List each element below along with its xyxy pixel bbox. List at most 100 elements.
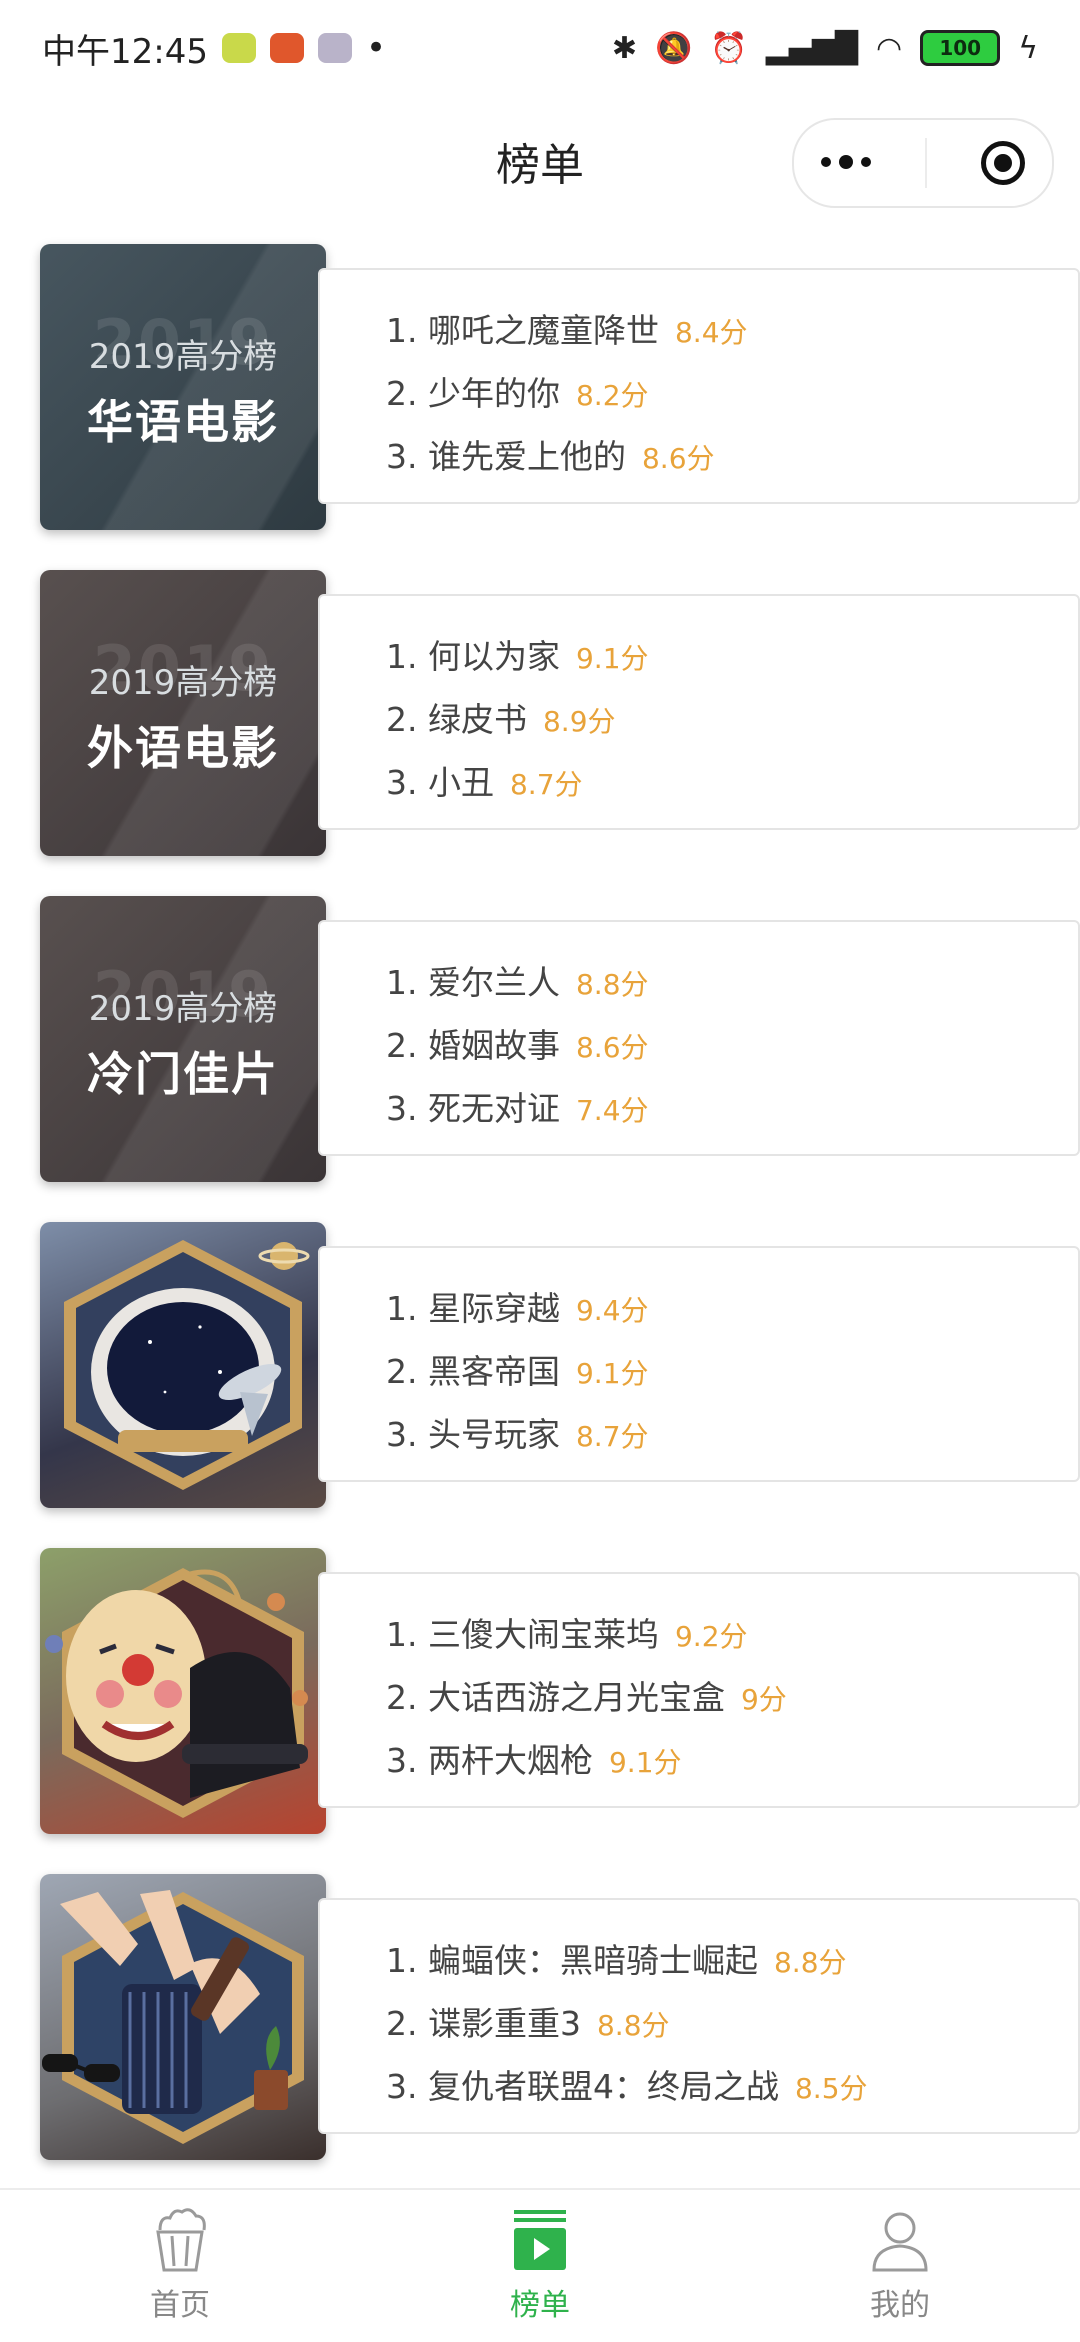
movie-title: 2. 大话西游之月光宝盒	[386, 1678, 725, 1717]
movie-item[interactable]: 3. 谁先爱上他的 8.6分	[386, 430, 1078, 493]
thumbnail-subtitle: 2019高分榜	[88, 336, 278, 377]
astronaut-helmet-illustration	[64, 1240, 310, 1490]
movie-score: 8.8分	[773, 1946, 847, 1979]
app-notification-icon	[317, 33, 352, 63]
clown-hat-illustration	[45, 1568, 308, 1818]
movie-score: 9.1分	[575, 642, 649, 675]
movie-title: 1. 哪吒之魔童降世	[386, 311, 659, 350]
movie-score: 8.8分	[575, 968, 649, 1001]
alarm-icon: ⏰	[710, 30, 748, 66]
ranking-card[interactable]: 1. 三傻大闹宝莱坞 9.2分 2. 大话西游之月光宝盒 9分 3. 两杆大烟枪 9.…	[40, 1548, 1080, 1836]
movie-score: 8.6分	[575, 1031, 649, 1064]
ranking-thumbnail[interactable]: 2019 2019高分榜 冷门佳片	[40, 896, 326, 1182]
status-left: 中午12:45 •	[42, 24, 386, 73]
movie-panel[interactable]: 1. 爱尔兰人 8.8分 2. 婚姻故事 8.6分 3. 死无对证 7.4分	[318, 920, 1080, 1156]
status-bar: 中午12:45 • ✱ 🔕 ⏰ ▂▄▆█ ◠ 100 ϟ	[0, 0, 1080, 96]
thumbnail-subtitle: 2019高分榜	[88, 988, 278, 1029]
movie-title: 3. 复仇者联盟4：终局之战	[386, 2067, 779, 2106]
status-right: ✱ 🔕 ⏰ ▂▄▆█ ◠ 100 ϟ	[612, 30, 1038, 66]
movie-item[interactable]: 3. 头号玩家 8.7分	[386, 1408, 1078, 1471]
movie-item[interactable]: 1. 三傻大闹宝莱坞 9.2分	[386, 1608, 1078, 1671]
ranking-card[interactable]: 2019 2019高分榜 外语电影 1. 何以为家 9.1分 2. 绿皮书 8.9分…	[40, 570, 1080, 858]
movie-title: 3. 死无对证	[386, 1089, 560, 1128]
ranking-card[interactable]: 1. 星际穿越 9.4分 2. 黑客帝国 9.1分 3. 头号玩家 8.7分	[40, 1222, 1080, 1510]
tab-label: 首页	[150, 2288, 210, 2323]
movie-item[interactable]: 1. 何以为家 9.1分	[386, 630, 1078, 693]
movie-item[interactable]: 2. 少年的你 8.2分	[386, 367, 1078, 430]
ranking-thumbnail[interactable]	[40, 1874, 326, 2160]
movie-score: 9分	[740, 1683, 787, 1716]
movie-item[interactable]: 2. 婚姻故事 8.6分	[386, 1019, 1078, 1082]
signal-icon: ▂▄▆█	[765, 30, 859, 66]
movie-item[interactable]: 2. 绿皮书 8.9分	[386, 693, 1078, 756]
movie-score: 8.6分	[641, 442, 715, 475]
movie-score: 8.9分	[542, 705, 616, 738]
movie-title: 2. 谍影重重3	[386, 2004, 581, 2043]
bluetooth-icon: ✱	[611, 30, 637, 66]
status-time: 中午12:45	[42, 31, 208, 72]
hands-sunglasses-illustration	[42, 1890, 304, 2144]
movie-title: 2. 黑客帝国	[386, 1352, 560, 1391]
movie-score: 8.5分	[794, 2072, 868, 2105]
page-title: 榜单	[496, 140, 584, 191]
movie-score: 8.8分	[596, 2009, 670, 2042]
app-notification-icon	[221, 33, 256, 63]
movie-panel[interactable]: 1. 哪吒之魔童降世 8.4分 2. 少年的你 8.2分 3. 谁先爱上他的 8.6分	[318, 268, 1080, 504]
movie-item[interactable]: 3. 小丑 8.7分	[386, 756, 1078, 819]
wifi-icon: ◠	[876, 30, 903, 66]
ranking-thumbnail[interactable]: 2019 2019高分榜 外语电影	[40, 570, 326, 856]
movie-panel[interactable]: 1. 蝙蝠侠：黑暗骑士崛起 8.8分 2. 谍影重重3 8.8分 3. 复仇者联盟4…	[318, 1898, 1080, 2134]
thumbnail-title: 冷门佳片	[87, 1046, 279, 1101]
capsule-divider	[925, 138, 927, 188]
tab-rankings[interactable]: 榜单	[440, 2208, 640, 2324]
ranking-card[interactable]: 2019 2019高分榜 冷门佳片 1. 爱尔兰人 8.8分 2. 婚姻故事 8.6…	[40, 896, 1080, 1184]
more-notifications-dot: •	[365, 28, 387, 68]
movie-item[interactable]: 3. 复仇者联盟4：终局之战 8.5分	[386, 2060, 1078, 2123]
movie-item[interactable]: 3. 两杆大烟枪 9.1分	[386, 1734, 1078, 1797]
ranking-card[interactable]: 2019 2019高分榜 华语电影 1. 哪吒之魔童降世 8.4分 2. 少年的你…	[40, 244, 1080, 532]
popcorn-icon	[156, 2208, 206, 2272]
movie-score: 8.4分	[674, 316, 748, 349]
movie-score: 9.1分	[575, 1357, 649, 1390]
bottom-tab-bar: 首页 榜单 我的	[0, 2188, 1080, 2342]
ranking-thumbnail[interactable]	[40, 1222, 326, 1508]
movie-item[interactable]: 1. 爱尔兰人 8.8分	[386, 956, 1078, 1019]
tab-profile[interactable]: 我的	[800, 2208, 1000, 2324]
movie-title: 3. 谁先爱上他的	[386, 437, 626, 476]
movie-title: 2. 少年的你	[386, 374, 560, 413]
movie-item[interactable]: 2. 大话西游之月光宝盒 9分	[386, 1671, 1078, 1734]
person-icon	[872, 2212, 928, 2272]
tab-home[interactable]: 首页	[80, 2208, 280, 2324]
movie-title: 1. 蝙蝠侠：黑暗骑士崛起	[386, 1941, 758, 1980]
movie-panel[interactable]: 1. 三傻大闹宝莱坞 9.2分 2. 大话西游之月光宝盒 9分 3. 两杆大烟枪 9.…	[318, 1572, 1080, 1808]
movie-item[interactable]: 2. 黑客帝国 9.1分	[386, 1345, 1078, 1408]
close-miniprogram-icon[interactable]	[981, 141, 1025, 185]
movie-title: 1. 何以为家	[386, 637, 560, 676]
movie-title: 2. 婚姻故事	[386, 1026, 560, 1065]
thumbnail-title: 华语电影	[87, 394, 279, 449]
movie-item[interactable]: 3. 死无对证 7.4分	[386, 1082, 1078, 1145]
thumbnail-title: 外语电影	[87, 720, 279, 775]
movie-score: 8.7分	[575, 1420, 649, 1453]
thumbnail-subtitle: 2019高分榜	[88, 662, 278, 703]
nav-header: 榜单	[0, 96, 1080, 226]
movie-score: 7.4分	[575, 1094, 649, 1127]
movie-title: 3. 小丑	[386, 763, 494, 802]
more-options-icon[interactable]	[821, 155, 871, 169]
movie-item[interactable]: 1. 星际穿越 9.4分	[386, 1282, 1078, 1345]
movie-title: 3. 两杆大烟枪	[386, 1741, 593, 1780]
movie-item[interactable]: 1. 蝙蝠侠：黑暗骑士崛起 8.8分	[386, 1934, 1078, 1997]
movie-panel[interactable]: 1. 星际穿越 9.4分 2. 黑客帝国 9.1分 3. 头号玩家 8.7分	[318, 1246, 1080, 1482]
charging-icon: ϟ	[1018, 30, 1038, 66]
movie-score: 9.2分	[674, 1620, 748, 1653]
ranking-card[interactable]: 1. 蝙蝠侠：黑暗骑士崛起 8.8分 2. 谍影重重3 8.8分 3. 复仇者联盟4…	[40, 1874, 1080, 2162]
ranking-thumbnail[interactable]: 2019 2019高分榜 华语电影	[40, 244, 326, 530]
movie-title: 1. 星际穿越	[386, 1289, 560, 1328]
ranking-thumbnail[interactable]	[40, 1548, 326, 1834]
tab-label: 榜单	[510, 2288, 570, 2323]
movie-item[interactable]: 1. 哪吒之魔童降世 8.4分	[386, 304, 1078, 367]
movie-title: 2. 绿皮书	[386, 700, 527, 739]
movie-item[interactable]: 2. 谍影重重3 8.8分	[386, 1997, 1078, 2060]
movie-panel[interactable]: 1. 何以为家 9.1分 2. 绿皮书 8.9分 3. 小丑 8.7分	[318, 594, 1080, 830]
app-notification-icon	[269, 33, 304, 63]
